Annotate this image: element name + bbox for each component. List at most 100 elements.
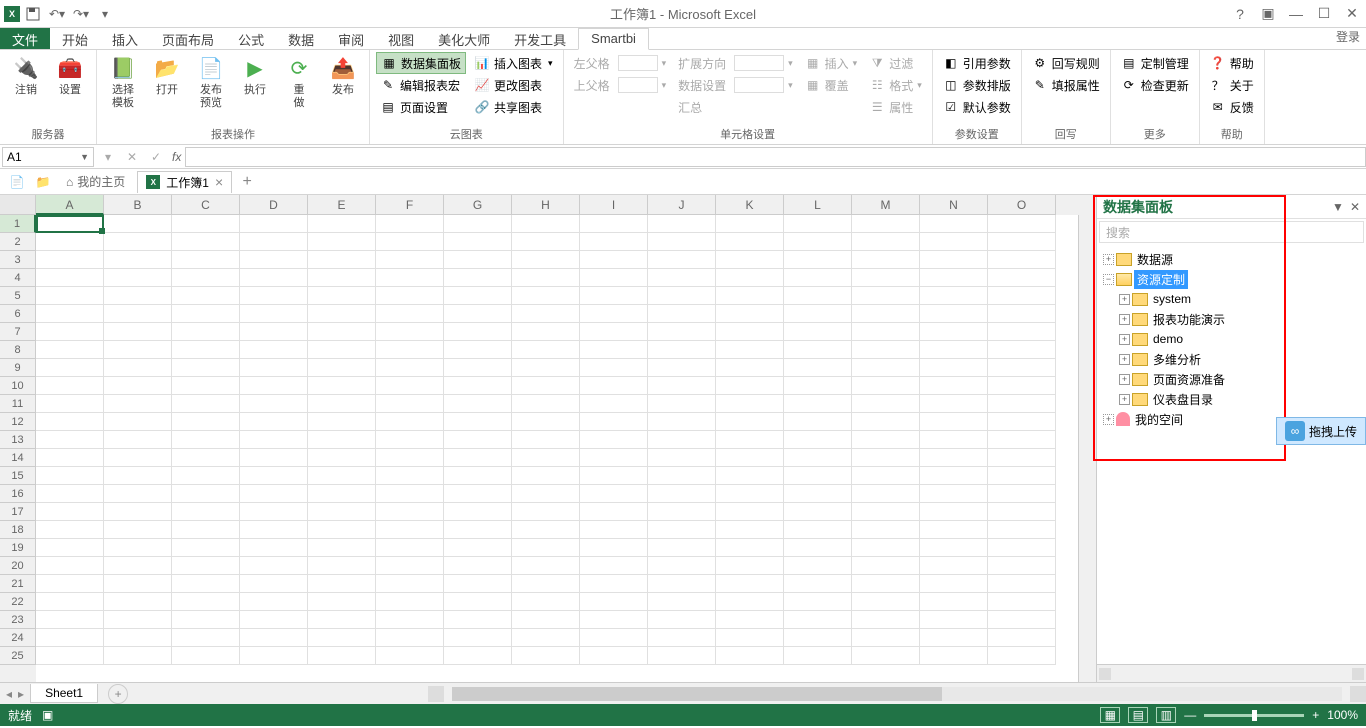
col-header-E[interactable]: E	[308, 195, 376, 215]
doc-folder-icon[interactable]: 📁	[32, 171, 54, 193]
data-panel-button[interactable]: ▦数据集面板	[376, 52, 466, 74]
row-header-3[interactable]: 3	[0, 251, 36, 269]
panel-dropdown-icon[interactable]: ▼	[1332, 200, 1344, 214]
about-button[interactable]: ？关于	[1206, 74, 1258, 96]
row-header-19[interactable]: 19	[0, 539, 36, 557]
default-param-button[interactable]: ☑默认参数	[939, 96, 1015, 118]
col-header-G[interactable]: G	[444, 195, 512, 215]
expand-icon[interactable]	[1103, 254, 1114, 265]
doc-new-icon[interactable]: 📄	[6, 171, 28, 193]
vertical-scrollbar[interactable]	[1078, 215, 1096, 682]
hscroll-left-button[interactable]	[428, 686, 444, 702]
select-template-button[interactable]: 📗选择 模板	[103, 52, 143, 112]
maximize-button[interactable]: ☐	[1310, 0, 1338, 28]
menu-home[interactable]: 开始	[50, 28, 100, 49]
edit-macro-button[interactable]: ✎编辑报表宏	[376, 74, 466, 96]
row-header-5[interactable]: 5	[0, 287, 36, 305]
view-page-layout-button[interactable]: ▤	[1128, 707, 1148, 723]
doc-tab-home[interactable]: ⌂我的主页	[58, 171, 133, 192]
col-header-H[interactable]: H	[512, 195, 580, 215]
panel-horizontal-scrollbar[interactable]	[1097, 664, 1366, 682]
name-box[interactable]: A1▼	[2, 147, 94, 167]
row-header-14[interactable]: 14	[0, 449, 36, 467]
row-header-21[interactable]: 21	[0, 575, 36, 593]
expand-icon[interactable]	[1119, 374, 1130, 385]
settings-button[interactable]: 🧰设置	[50, 52, 90, 99]
row-header-20[interactable]: 20	[0, 557, 36, 575]
zoom-slider[interactable]	[1204, 714, 1304, 717]
close-icon[interactable]: ×	[215, 174, 223, 190]
ref-param-button[interactable]: ◧引用参数	[939, 52, 1015, 74]
expand-icon[interactable]	[1119, 394, 1130, 405]
share-chart-button[interactable]: 🔗共享图表	[470, 96, 557, 118]
col-header-J[interactable]: J	[648, 195, 716, 215]
open-button[interactable]: 📂打开	[147, 52, 187, 99]
col-header-A[interactable]: A	[36, 195, 104, 215]
formula-input[interactable]	[185, 147, 1366, 167]
expand-icon[interactable]	[1103, 414, 1114, 425]
col-header-N[interactable]: N	[920, 195, 988, 215]
save-qat-button[interactable]	[22, 3, 44, 25]
close-button[interactable]: ✕	[1338, 0, 1366, 28]
formula-show-button[interactable]: ▾	[96, 147, 120, 167]
view-normal-button[interactable]: ▦	[1100, 707, 1120, 723]
collapse-icon[interactable]	[1103, 274, 1114, 285]
rewrite-rule-button[interactable]: ⚙回写规则	[1028, 52, 1104, 74]
col-header-B[interactable]: B	[104, 195, 172, 215]
col-header-C[interactable]: C	[172, 195, 240, 215]
tree-node-page-res[interactable]: 页面资源准备	[1099, 369, 1364, 389]
fill-attr-button[interactable]: ✎填报属性	[1028, 74, 1104, 96]
login-link[interactable]: 登录	[1336, 28, 1360, 45]
row-header-25[interactable]: 25	[0, 647, 36, 665]
row-header-7[interactable]: 7	[0, 323, 36, 341]
redo-button[interactable]: ⟳重 做	[279, 52, 319, 112]
doc-tab-add[interactable]: +	[236, 171, 258, 193]
col-header-F[interactable]: F	[376, 195, 444, 215]
horizontal-scrollbar[interactable]	[452, 687, 1342, 701]
doc-tab-workbook[interactable]: X 工作簿1 ×	[137, 171, 232, 193]
tree-node-report-demo[interactable]: 报表功能演示	[1099, 309, 1364, 329]
row-header-15[interactable]: 15	[0, 467, 36, 485]
col-header-I[interactable]: I	[580, 195, 648, 215]
formula-cancel-button[interactable]: ✕	[120, 147, 144, 167]
expand-icon[interactable]	[1119, 294, 1130, 305]
row-header-24[interactable]: 24	[0, 629, 36, 647]
execute-button[interactable]: ▶执行	[235, 52, 275, 99]
row-header-23[interactable]: 23	[0, 611, 36, 629]
fx-icon[interactable]: fx	[168, 150, 185, 164]
drag-upload-badge[interactable]: ∞拖拽上传	[1276, 417, 1366, 445]
row-header-9[interactable]: 9	[0, 359, 36, 377]
col-header-O[interactable]: O	[988, 195, 1056, 215]
row-header-18[interactable]: 18	[0, 521, 36, 539]
tree-node-demo[interactable]: demo	[1099, 329, 1364, 349]
col-header-D[interactable]: D	[240, 195, 308, 215]
row-header-10[interactable]: 10	[0, 377, 36, 395]
redo-qat-button[interactable]: ↷▾	[70, 3, 92, 25]
ribbon-options-button[interactable]: ▣	[1254, 0, 1282, 28]
feedback-button[interactable]: ✉反馈	[1206, 96, 1258, 118]
cells-grid[interactable]	[36, 215, 1078, 682]
change-chart-button[interactable]: 📈更改图表	[470, 74, 557, 96]
zoom-out-button[interactable]: —	[1184, 708, 1196, 722]
sheet-tab-sheet1[interactable]: Sheet1	[30, 684, 98, 703]
tree-node-dashboard-dir[interactable]: 仪表盘目录	[1099, 389, 1364, 409]
param-layout-button[interactable]: ◫参数排版	[939, 74, 1015, 96]
panel-search-input[interactable]: 搜索	[1099, 221, 1364, 243]
col-header-M[interactable]: M	[852, 195, 920, 215]
check-update-button[interactable]: ⟳检查更新	[1117, 74, 1193, 96]
zoom-in-button[interactable]: +	[1312, 708, 1319, 722]
row-header-1[interactable]: 1	[0, 215, 36, 233]
row-header-13[interactable]: 13	[0, 431, 36, 449]
macro-record-icon[interactable]: ▣	[42, 708, 53, 722]
row-header-22[interactable]: 22	[0, 593, 36, 611]
help-button[interactable]: ?	[1226, 0, 1254, 28]
col-header-L[interactable]: L	[784, 195, 852, 215]
row-header-8[interactable]: 8	[0, 341, 36, 359]
menu-view[interactable]: 视图	[376, 28, 426, 49]
zoom-level[interactable]: 100%	[1327, 708, 1358, 722]
menu-file[interactable]: 文件	[0, 28, 50, 49]
page-settings-button[interactable]: ▤页面设置	[376, 96, 466, 118]
select-all-corner[interactable]	[0, 195, 36, 215]
help-ribbon-button[interactable]: ❓帮助	[1206, 52, 1258, 74]
row-header-17[interactable]: 17	[0, 503, 36, 521]
